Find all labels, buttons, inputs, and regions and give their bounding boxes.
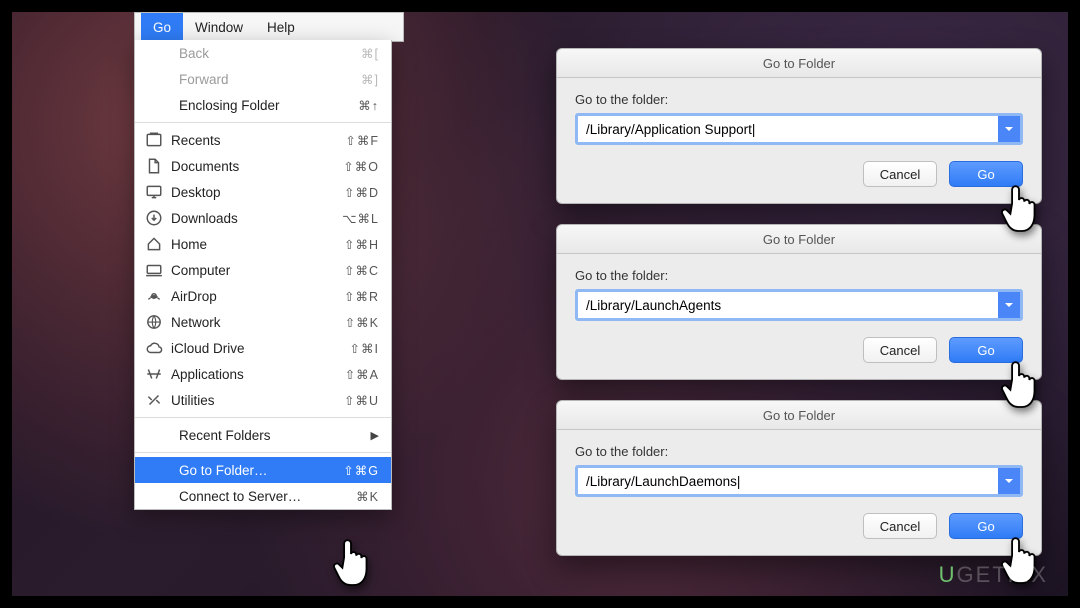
path-input[interactable] bbox=[578, 468, 998, 494]
menu-go-to-folder[interactable]: Go to Folder… ⇧⌘G bbox=[135, 457, 391, 483]
go-button[interactable]: Go bbox=[949, 513, 1023, 539]
go-menu-dropdown: Back ⌘[ Forward ⌘] Enclosing Folder ⌘↑ R… bbox=[134, 40, 392, 510]
path-combobox[interactable] bbox=[575, 465, 1023, 497]
menu-go[interactable]: Go bbox=[141, 13, 183, 41]
menu-utilities[interactable]: Utilities ⇧⌘U bbox=[135, 387, 391, 413]
documents-icon bbox=[145, 157, 163, 175]
recents-icon bbox=[145, 131, 163, 149]
menubar: Go Window Help bbox=[134, 12, 404, 42]
icloud-icon bbox=[145, 339, 163, 357]
dialog-prompt: Go to the folder: bbox=[575, 444, 1023, 459]
cursor-hand-icon bbox=[328, 534, 374, 590]
dialog-title: Go to Folder bbox=[557, 401, 1041, 430]
go-button[interactable]: Go bbox=[949, 337, 1023, 363]
submenu-arrow-icon: ▶ bbox=[371, 429, 379, 442]
menu-downloads[interactable]: Downloads ⌥⌘L bbox=[135, 205, 391, 231]
menu-airdrop[interactable]: AirDrop ⇧⌘R bbox=[135, 283, 391, 309]
menu-applications[interactable]: Applications ⇧⌘A bbox=[135, 361, 391, 387]
dialog-prompt: Go to the folder: bbox=[575, 268, 1023, 283]
menu-home[interactable]: Home ⇧⌘H bbox=[135, 231, 391, 257]
combo-drop-icon[interactable] bbox=[998, 292, 1020, 318]
utilities-icon bbox=[145, 391, 163, 409]
menu-documents[interactable]: Documents ⇧⌘O bbox=[135, 153, 391, 179]
menu-forward: Forward ⌘] bbox=[135, 66, 391, 92]
goto-dialog-1: Go to Folder Go to the folder: Cancel Go bbox=[556, 48, 1042, 204]
network-icon bbox=[145, 313, 163, 331]
menu-window[interactable]: Window bbox=[183, 13, 255, 41]
menu-help[interactable]: Help bbox=[255, 13, 307, 41]
applications-icon bbox=[145, 365, 163, 383]
cancel-button[interactable]: Cancel bbox=[863, 161, 937, 187]
menu-desktop[interactable]: Desktop ⇧⌘D bbox=[135, 179, 391, 205]
go-button[interactable]: Go bbox=[949, 161, 1023, 187]
desktop-icon bbox=[145, 183, 163, 201]
menu-recent-folders[interactable]: Recent Folders ▶ bbox=[135, 422, 391, 448]
menu-icloud[interactable]: iCloud Drive ⇧⌘I bbox=[135, 335, 391, 361]
goto-dialog-2: Go to Folder Go to the folder: Cancel Go bbox=[556, 224, 1042, 380]
downloads-icon bbox=[145, 209, 163, 227]
path-input[interactable] bbox=[578, 116, 998, 142]
menu-back: Back ⌘[ bbox=[135, 40, 391, 66]
cancel-button[interactable]: Cancel bbox=[863, 513, 937, 539]
dialog-prompt: Go to the folder: bbox=[575, 92, 1023, 107]
combo-drop-icon[interactable] bbox=[998, 468, 1020, 494]
menu-network[interactable]: Network ⇧⌘K bbox=[135, 309, 391, 335]
path-combobox[interactable] bbox=[575, 113, 1023, 145]
goto-dialog-3: Go to Folder Go to the folder: Cancel Go bbox=[556, 400, 1042, 556]
dialog-title: Go to Folder bbox=[557, 225, 1041, 254]
computer-icon bbox=[145, 261, 163, 279]
combo-drop-icon[interactable] bbox=[998, 116, 1020, 142]
menu-enclosing-folder[interactable]: Enclosing Folder ⌘↑ bbox=[135, 92, 391, 118]
menu-computer[interactable]: Computer ⇧⌘C bbox=[135, 257, 391, 283]
cancel-button[interactable]: Cancel bbox=[863, 337, 937, 363]
airdrop-icon bbox=[145, 287, 163, 305]
home-icon bbox=[145, 235, 163, 253]
watermark: UGETFIX bbox=[939, 562, 1048, 588]
dialog-title: Go to Folder bbox=[557, 49, 1041, 78]
path-input[interactable] bbox=[578, 292, 998, 318]
path-combobox[interactable] bbox=[575, 289, 1023, 321]
menu-connect-to-server[interactable]: Connect to Server… ⌘K bbox=[135, 483, 391, 509]
menu-recents[interactable]: Recents ⇧⌘F bbox=[135, 127, 391, 153]
